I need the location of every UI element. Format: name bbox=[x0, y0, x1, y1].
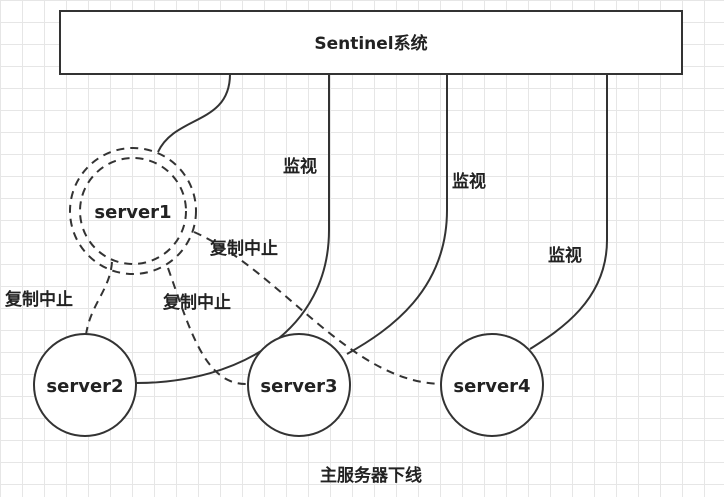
server3-label: server3 bbox=[260, 376, 337, 397]
monitor-label-2: 监视 bbox=[452, 171, 486, 192]
server1-label: server1 bbox=[94, 202, 171, 223]
monitor-line-server1 bbox=[157, 73, 231, 153]
monitor-line-server3 bbox=[346, 74, 448, 355]
monitor-line-server4 bbox=[529, 74, 608, 350]
monitor-label-3: 监视 bbox=[548, 245, 582, 266]
repl-stopped-line-server3 bbox=[167, 267, 248, 386]
repl-stopped-label-3: 复制中止 bbox=[162, 292, 231, 313]
server4-label: server4 bbox=[453, 376, 530, 397]
repl-stopped-line-server2 bbox=[85, 261, 113, 336]
diagram-caption: 主服务器下线 bbox=[320, 465, 422, 486]
repl-stopped-label-2: 复制中止 bbox=[4, 289, 73, 310]
server2-label: server2 bbox=[46, 376, 123, 397]
sentinel-diagram: Sentinel系统 server1 server2 server3 serve… bbox=[4, 10, 683, 486]
monitor-label-1: 监视 bbox=[283, 156, 317, 177]
repl-stopped-label-1: 复制中止 bbox=[209, 238, 278, 259]
sentinel-system-label: Sentinel系统 bbox=[314, 33, 427, 54]
